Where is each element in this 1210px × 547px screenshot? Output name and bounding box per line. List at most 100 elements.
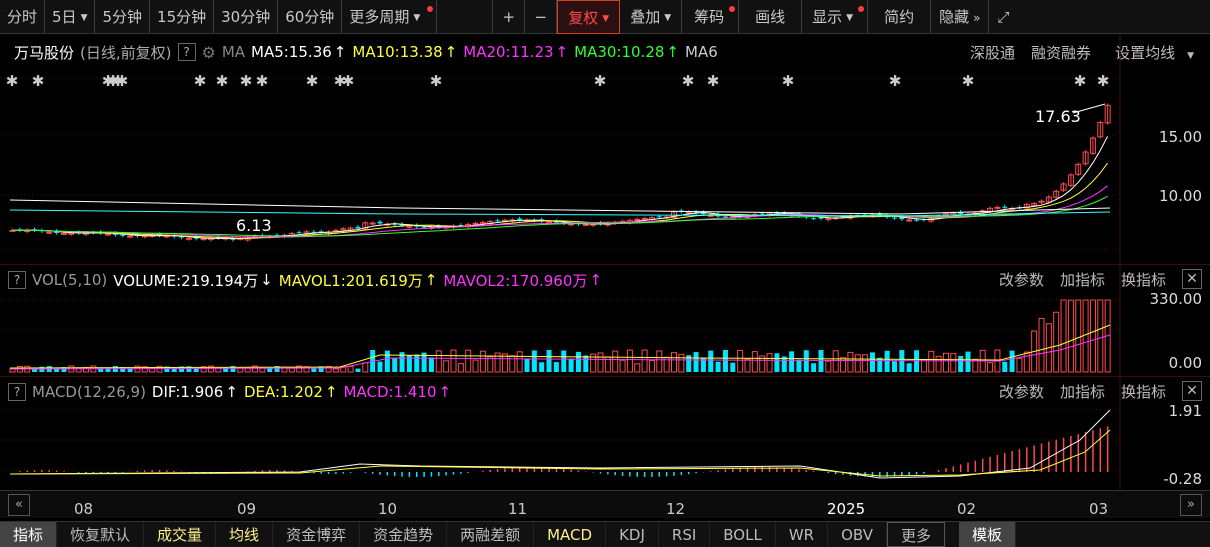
panel-separator [0, 376, 1210, 377]
xaxis-label-2025: 2025 [827, 500, 866, 518]
volume-bar [958, 355, 964, 372]
volume-bar [920, 359, 927, 373]
help-icon[interactable]: ? [8, 383, 26, 401]
candle-body [811, 218, 817, 220]
help-icon[interactable]: ? [8, 271, 26, 289]
volume-bar [450, 349, 457, 373]
tab-margin-diff[interactable]: 两融差额 [447, 522, 535, 547]
candle-body [634, 218, 641, 221]
event-marker-icon: ✱ [889, 72, 902, 90]
event-marker-icon: ✱ [782, 72, 795, 90]
tab-template[interactable]: 模板 [959, 522, 1017, 547]
volume-bar [656, 350, 663, 373]
volume-bar [539, 362, 545, 372]
tab-boll[interactable]: BOLL [710, 522, 776, 547]
macd-switch-indicator-link[interactable]: 换指标 [1121, 381, 1166, 402]
volume-bar [1075, 299, 1082, 373]
candle-body [369, 222, 376, 225]
tab-fund-trend[interactable]: 资金趋势 [360, 522, 448, 547]
mavol1-line [9, 324, 1111, 369]
volume-bar [708, 350, 714, 372]
candle-body [759, 213, 765, 215]
scroll-left-button[interactable]: « [8, 494, 30, 516]
volume-bar [414, 354, 420, 372]
tab-rsi[interactable]: RSI [659, 522, 711, 547]
volume-add-indicator-link[interactable]: 加指标 [1060, 269, 1105, 290]
candle-body [377, 221, 383, 224]
candle-body [421, 226, 427, 228]
volume-bar [950, 353, 957, 373]
candle-body [517, 218, 523, 220]
up-arrow-icon: ↑ [225, 383, 238, 401]
candle-body [185, 237, 192, 240]
tab-obv[interactable]: OBV [828, 522, 887, 547]
candle-body [914, 219, 920, 221]
time-axis-bar[interactable] [0, 490, 1210, 518]
xaxis-label-nov: 11 [508, 500, 528, 518]
volume-bar [1002, 361, 1008, 372]
volume-bar [862, 354, 869, 373]
tab-kdj[interactable]: KDJ [606, 522, 659, 547]
mavol2-line [9, 334, 1111, 370]
tab-wr[interactable]: WR [776, 522, 829, 547]
event-marker-icon: ✱ [430, 72, 443, 90]
volume-bar [892, 361, 897, 372]
candle-body [546, 221, 553, 224]
volume-edit-params-link[interactable]: 改参数 [999, 269, 1044, 290]
candle-body [641, 217, 648, 220]
tab-indicator[interactable]: 指标 [0, 522, 58, 547]
tab-fund-game[interactable]: 资金博弈 [273, 522, 361, 547]
volume-bar [553, 362, 559, 372]
close-icon[interactable]: ✕ [1182, 381, 1202, 401]
volume-bar [751, 351, 758, 373]
volume-switch-indicator-link[interactable]: 换指标 [1121, 269, 1166, 290]
volume-bar [884, 350, 890, 372]
volume-bar [648, 360, 655, 373]
volume-bar [832, 350, 839, 373]
volume-panel-header: ? VOL(5,10) VOLUME:219.194万 ↓ MAVOL1:201.… [8, 268, 608, 292]
macd-axis-label-min: -0.28 [1163, 470, 1202, 488]
volume-bar [722, 350, 728, 372]
event-marker-icon: ✱ [32, 72, 45, 90]
candle-body [892, 217, 897, 219]
scroll-right-button[interactable]: » [1180, 494, 1202, 516]
volume-bar [766, 353, 773, 373]
volume-bar [1067, 299, 1074, 373]
tab-volume[interactable]: 成交量 [144, 522, 217, 547]
close-icon[interactable]: ✕ [1182, 269, 1202, 289]
macd-value: MACD:1.410 [343, 383, 437, 401]
down-arrow-icon: ↓ [260, 271, 273, 289]
volume-bar [568, 358, 574, 372]
volume-bar [546, 350, 552, 372]
volume-bar [811, 363, 817, 372]
kline-chart[interactable]: ✱ ✱ ✱✱✱✱ ✱ ✱ ✱ ✱ ✱ ✱✱ ✱ ✱ ✱ ✱ ✱ ✱ ✱ ✱ ✱ 17.63 6.13 [0, 0, 1210, 490]
xaxis-label-aug: 08 [74, 500, 94, 518]
dif-line [9, 409, 1111, 479]
volume-bar [1060, 299, 1067, 373]
volume-bar [730, 362, 736, 372]
volume-bar [355, 368, 361, 372]
volume-bar [1082, 299, 1089, 373]
volume-bar [869, 352, 875, 372]
volume-bar [935, 355, 942, 373]
xaxis-label-feb: 02 [957, 500, 977, 518]
xaxis-label-mar: 03 [1089, 500, 1109, 518]
volume-bar [583, 355, 589, 372]
indicator-tabs: 指标 恢复默认 成交量 均线 资金博弈 资金趋势 两融差额 MACD KDJ R… [0, 521, 1210, 547]
event-marker-icon: ✱ [342, 72, 355, 90]
tab-macd[interactable]: MACD [534, 522, 607, 547]
double-chevron-right-icon: » [1187, 497, 1195, 512]
ma-lines [9, 136, 1111, 240]
tab-more[interactable]: 更多 [887, 522, 946, 547]
volume-bar [987, 362, 994, 373]
candle-body [68, 232, 75, 235]
macd-add-indicator-link[interactable]: 加指标 [1060, 381, 1105, 402]
volume-bar [479, 350, 486, 373]
event-marker-icon: ✱ [116, 72, 129, 90]
candle-body [495, 220, 501, 222]
tab-restore-default[interactable]: 恢复默认 [57, 522, 145, 547]
macd-edit-params-link[interactable]: 改参数 [999, 381, 1044, 402]
tab-ma[interactable]: 均线 [216, 522, 274, 547]
volume-bar [561, 350, 567, 372]
event-marker-icon: ✱ [1097, 72, 1110, 90]
